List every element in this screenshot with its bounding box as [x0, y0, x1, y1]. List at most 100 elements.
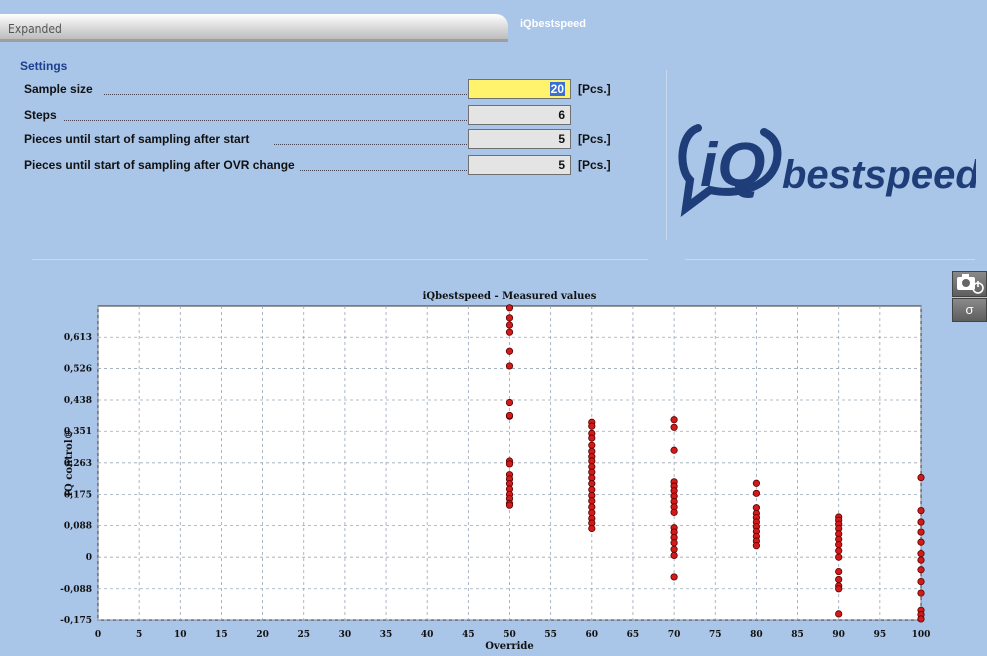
data-point: [505, 411, 514, 420]
camera-power-icon: [957, 274, 984, 294]
data-point: [917, 518, 925, 526]
data-point: [670, 423, 678, 431]
data-point: [670, 508, 678, 516]
sample-size-input[interactable]: 20: [468, 79, 571, 99]
data-point: [752, 479, 761, 487]
settings-title: Settings: [20, 59, 68, 73]
x-tick-label: 10: [174, 630, 187, 640]
y-tick-label: 0,526: [64, 364, 92, 374]
data-point: [835, 567, 843, 576]
dotted-leader: [300, 170, 469, 171]
x-tick-label: 65: [627, 630, 640, 640]
data-point: [505, 321, 514, 329]
data-point: [670, 545, 678, 553]
x-tick-label: 0: [95, 630, 101, 640]
data-point: [835, 585, 843, 593]
x-tick-label: 95: [874, 630, 887, 640]
y-tick-label: -0,175: [60, 616, 92, 626]
data-point: [505, 314, 514, 322]
camera-power-button[interactable]: [952, 271, 987, 297]
y-tick-label: 0,613: [64, 333, 92, 343]
data-point: [835, 575, 843, 584]
x-tick-label: 50: [503, 630, 516, 640]
x-tick-label: 5: [136, 630, 142, 640]
sigma-label: σ: [965, 302, 974, 317]
setting-row-steps: Steps 6: [24, 105, 624, 127]
data-point: [505, 501, 514, 509]
setting-label: Sample size: [24, 82, 97, 96]
data-point: [752, 542, 761, 550]
steps-input[interactable]: 6: [468, 105, 571, 125]
vertical-divider: [666, 70, 667, 240]
dotted-leader: [104, 94, 469, 95]
chart-title: iQbestspeed - Measured values: [423, 291, 597, 302]
setting-label: Steps: [24, 108, 61, 122]
sigma-button[interactable]: σ: [952, 298, 987, 322]
x-tick-label: 20: [256, 630, 269, 640]
data-point: [917, 578, 925, 586]
setting-label: Pieces until start of sampling after sta…: [24, 132, 254, 146]
x-tick-label: 45: [462, 630, 475, 640]
setting-row-sample-size: Sample size 20 [Pcs.]: [24, 79, 624, 101]
data-point: [670, 446, 678, 454]
y-tick-label: 0: [86, 553, 92, 563]
chart-svg: 0 5 10 15 20 25 30 35 40 45 50 55 60 65 70 75 80 85 90 95 10…: [60, 291, 931, 652]
data-point: [505, 304, 514, 312]
x-tick-label: 30: [339, 630, 352, 640]
x-tick-label: 60: [586, 630, 599, 640]
x-tick-label: 40: [421, 630, 434, 640]
data-point: [835, 547, 843, 555]
data-point: [505, 362, 514, 370]
data-point: [835, 541, 843, 549]
data-point: [917, 556, 925, 564]
data-point: [917, 528, 925, 536]
pieces-after-start-input[interactable]: 5: [468, 129, 571, 149]
data-point: [670, 551, 678, 560]
data-point: [670, 539, 678, 547]
data-point: [752, 489, 761, 497]
iqbestspeed-logo: iQ bestspeed: [678, 124, 976, 217]
data-point: [588, 422, 596, 430]
measured-values-chart: 0 5 10 15 20 25 30 35 40 45 50 55 60 65 70 75 80 85 90 95 10…: [0, 280, 940, 652]
x-axis-label: Override: [485, 641, 534, 651]
x-tick-label: 15: [215, 630, 228, 640]
data-point: [917, 473, 925, 482]
x-tick-label: 85: [791, 630, 804, 640]
setting-row-pieces-after-start: Pieces until start of sampling after sta…: [24, 129, 624, 151]
tab-expanded-label: Expanded: [8, 22, 62, 36]
setting-unit: [Pcs.]: [578, 158, 611, 172]
data-point: [917, 550, 925, 558]
data-point: [917, 615, 925, 623]
pieces-after-ovr-input[interactable]: 5: [468, 155, 571, 175]
data-point: [588, 524, 596, 533]
x-tick-label: 55: [544, 630, 557, 640]
x-tick-label: 35: [380, 630, 393, 640]
setting-unit: [Pcs.]: [578, 132, 611, 146]
y-axis-label: IQ control®: [64, 429, 75, 496]
x-tick-label: 70: [668, 630, 681, 640]
data-point: [505, 460, 514, 468]
tab-bar: Expanded iQbestspeed: [0, 0, 987, 42]
data-point: [505, 398, 514, 407]
x-tick-label: 80: [750, 630, 763, 640]
logo-mark: iQ: [700, 131, 765, 200]
tab-iqbestspeed-label: iQbestspeed: [520, 18, 587, 30]
data-point: [670, 573, 678, 581]
y-tick-label: 0,438: [64, 396, 92, 406]
sample-size-value: 20: [549, 82, 565, 96]
x-tick-label: 75: [709, 630, 722, 640]
data-point: [505, 347, 514, 355]
x-tick-label: 100: [912, 630, 931, 640]
y-tick-label: 0,088: [64, 522, 92, 532]
setting-label: Pieces until start of sampling after OVR…: [24, 158, 299, 172]
data-point: [588, 497, 596, 505]
tab-iqbestspeed[interactable]: iQbestspeed: [508, 10, 987, 42]
logo-text: bestspeed: [782, 153, 976, 197]
tab-expanded[interactable]: Expanded: [0, 14, 508, 42]
data-point: [917, 506, 925, 515]
data-point: [835, 553, 843, 561]
data-point: [670, 416, 678, 424]
data-point: [917, 589, 925, 597]
horizontal-divider: [32, 259, 648, 260]
dotted-leader: [274, 144, 469, 145]
